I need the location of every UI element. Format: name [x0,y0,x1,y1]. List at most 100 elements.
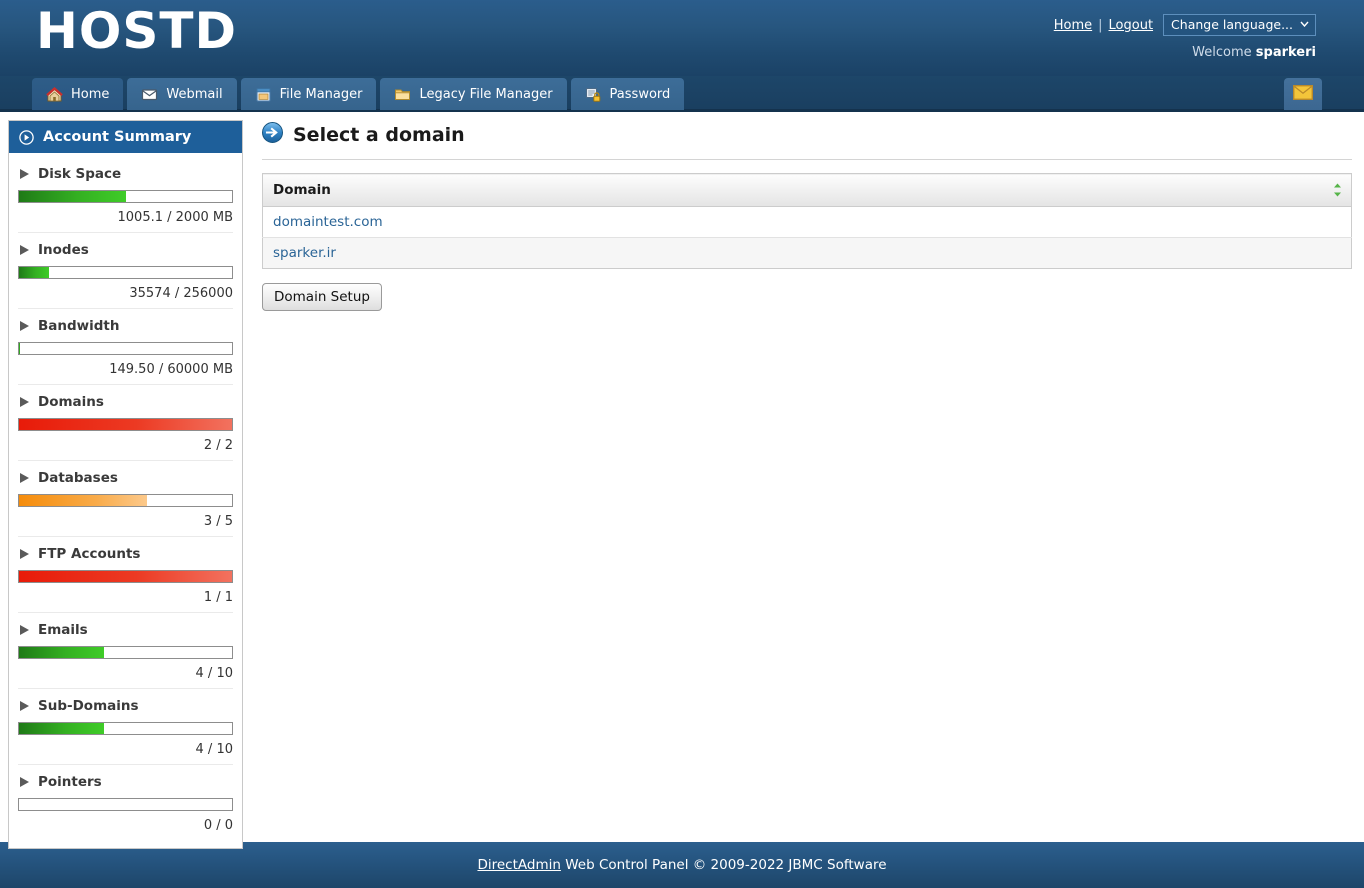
stat-label: Databases [38,470,118,486]
domain-setup-button[interactable]: Domain Setup [262,283,382,311]
stat-item: Bandwidth 149.50 / 60000 MB [18,309,233,385]
triangle-right-icon [20,245,29,255]
stat-progress-fill [19,571,232,582]
house-icon [46,86,63,103]
stat-label: Inodes [38,242,89,258]
stat-title: Domains [18,394,233,410]
stat-progress-fill [19,647,105,658]
tab-home[interactable]: Home [32,78,124,110]
tab-home-label: Home [71,86,110,102]
stat-label: Bandwidth [38,318,120,334]
blue-arrow-circle-icon [262,122,283,148]
stat-value: 4 / 10 [195,666,233,681]
stat-progress-fill [19,723,105,734]
triangle-right-icon [20,169,29,179]
tab-webmail[interactable]: Webmail [127,78,237,110]
stat-progress-fill [19,343,20,354]
change-language-select[interactable]: Change language... [1163,14,1316,36]
stat-label: Emails [38,622,88,638]
stat-title: FTP Accounts [18,546,233,562]
footer-directadmin-link[interactable]: DirectAdmin [477,857,560,873]
stat-progress-bar [18,418,233,431]
header-links: Home | Logout Change language... [1054,14,1316,36]
domain-table: Domain domaintest.com sparker.ir [262,173,1352,269]
stat-label: Pointers [38,774,102,790]
page-header: HOSTD Home | Logout Change language... W… [0,0,1364,76]
stat-value: 4 / 10 [195,742,233,757]
tab-password-label: Password [609,86,671,102]
stat-value: 0 / 0 [203,818,233,833]
stat-label: Domains [38,394,104,410]
mail-notification-button[interactable] [1284,78,1322,110]
stat-value: 35574 / 256000 [129,286,233,301]
header-home-link[interactable]: Home [1054,18,1092,33]
stat-item: Inodes 35574 / 256000 [18,233,233,309]
stat-progress-bar [18,798,233,811]
change-language-label: Change language... [1171,17,1293,32]
header-logout-link[interactable]: Logout [1109,18,1154,33]
main-content: Select a domain Domain domaintest.com sp… [262,122,1352,311]
stat-item: Databases 3 / 5 [18,461,233,537]
sort-updown-icon[interactable] [1333,183,1342,197]
stat-progress-bar [18,570,233,583]
triangle-right-icon [20,473,29,483]
triangle-right-icon [20,397,29,407]
stat-progress-fill [19,191,127,202]
page-body: Account Summary Disk Space 1005.1 / 2000 … [0,112,1364,849]
password-lock-icon [585,86,602,103]
triangle-right-icon [20,701,29,711]
file-manager-icon [255,86,272,103]
stat-progress-bar [18,494,233,507]
stat-value: 149.50 / 60000 MB [109,362,233,377]
main-navigation: Home Webmail File Manager Legacy File Ma… [0,76,1364,112]
stat-title: Disk Space [18,166,233,182]
stat-item: Pointers 0 / 0 [18,765,233,840]
tab-webmail-label: Webmail [166,86,223,102]
stat-progress-fill [19,267,49,278]
stat-item: Emails 4 / 10 [18,613,233,689]
envelope-icon [1292,84,1314,104]
envelope-icon [141,86,158,103]
triangle-right-icon [20,777,29,787]
stat-progress-bar [18,342,233,355]
domain-link[interactable]: sparker.ir [273,245,336,261]
stat-title: Sub-Domains [18,698,233,714]
column-header-domain-label: Domain [273,182,331,198]
chevron-down-icon [1300,17,1309,33]
account-summary-stats: Disk Space 1005.1 / 2000 MB Inodes 35574 / … [9,153,242,848]
tab-file-manager[interactable]: File Manager [240,78,377,110]
domain-table-head: Domain [262,173,1352,207]
tab-password[interactable]: Password [570,78,685,110]
stat-progress-bar [18,646,233,659]
tab-file-manager-label: File Manager [279,86,363,102]
stat-title: Pointers [18,774,233,790]
stat-label: Sub-Domains [38,698,139,714]
domain-link[interactable]: domaintest.com [273,214,383,230]
stat-title: Bandwidth [18,318,233,334]
column-header-domain[interactable]: Domain [262,173,1352,207]
stat-item: FTP Accounts 1 / 1 [18,537,233,613]
stat-progress-fill [19,419,232,430]
stat-progress-bar [18,722,233,735]
stat-label: FTP Accounts [38,546,141,562]
domain-table-body: domaintest.com sparker.ir [262,206,1352,269]
account-summary-header: Account Summary [9,121,242,153]
nav-tabs: Home Webmail File Manager Legacy File Ma… [32,78,685,110]
page-title-text: Select a domain [293,124,465,146]
domain-cell: sparker.ir [262,237,1352,269]
stat-item: Disk Space 1005.1 / 2000 MB [18,157,233,233]
account-summary-title: Account Summary [43,129,192,145]
stat-title: Databases [18,470,233,486]
header-link-separator: | [1098,17,1103,33]
stat-item: Sub-Domains 4 / 10 [18,689,233,765]
table-header-row: Domain [262,173,1352,207]
footer-text: Web Control Panel © 2009-2022 JBMC Softw… [565,857,887,873]
account-summary-panel: Account Summary Disk Space 1005.1 / 2000 … [8,120,243,849]
stat-value: 1 / 1 [203,590,233,605]
stat-progress-bar [18,190,233,203]
tab-legacy-file-manager-label: Legacy File Manager [419,86,553,102]
stat-value: 2 / 2 [203,438,233,453]
brand-logo: HOSTD [36,2,237,60]
tab-legacy-file-manager[interactable]: Legacy File Manager [380,78,567,110]
triangle-right-icon [20,625,29,635]
